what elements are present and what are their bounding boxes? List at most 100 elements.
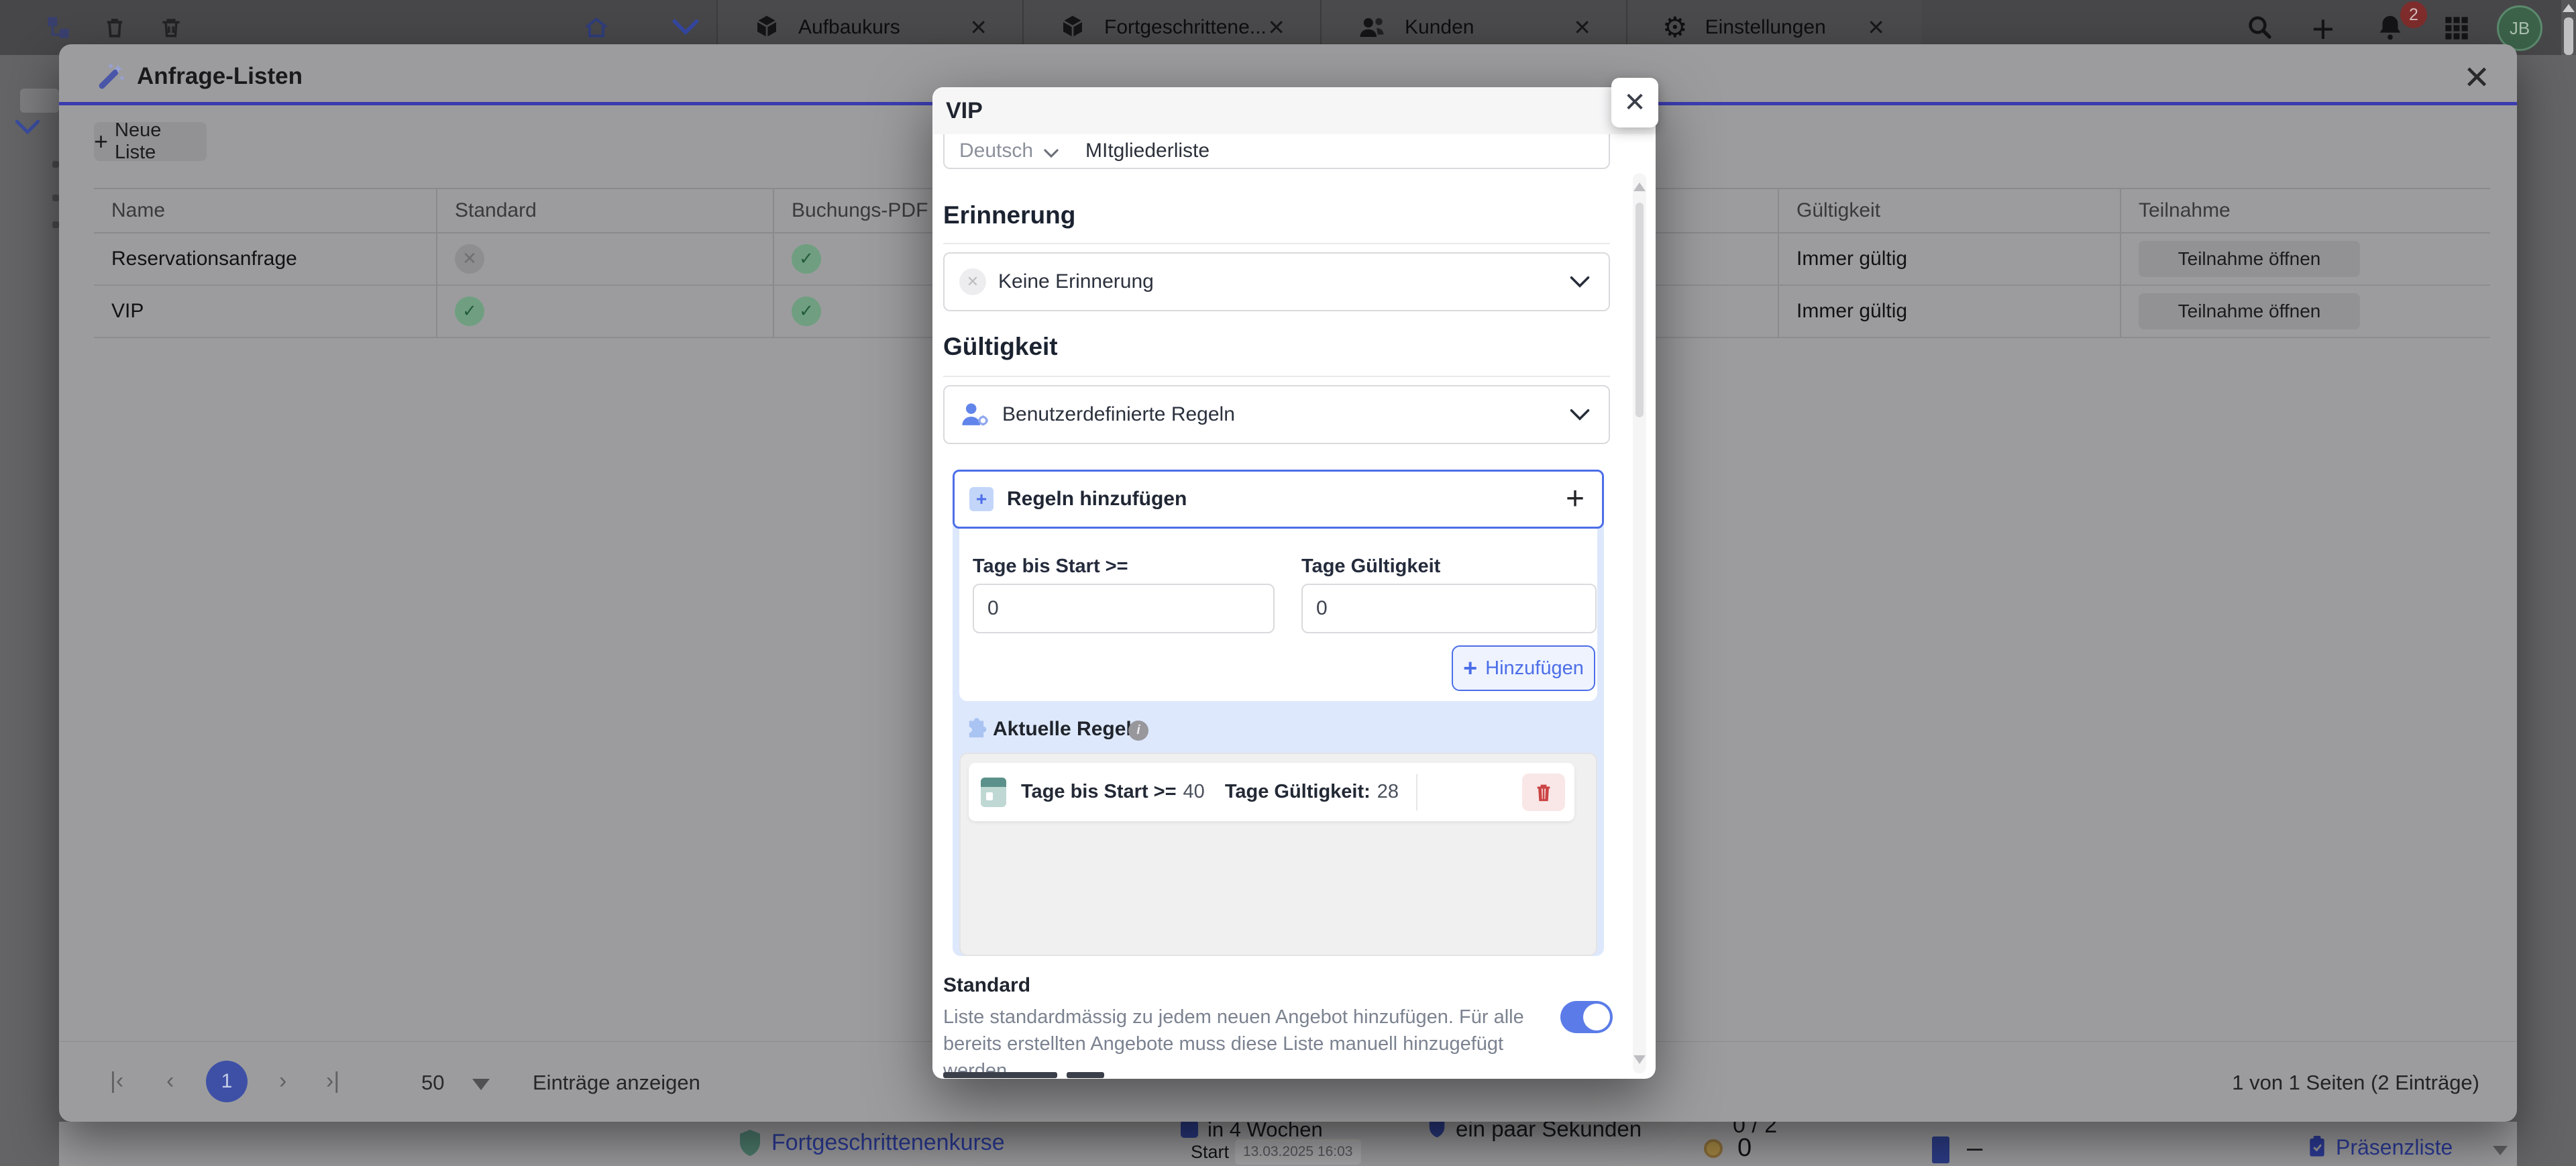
count-value: 0	[1737, 1134, 1752, 1163]
tab-label: Fortgeschrittene...	[1104, 16, 1267, 39]
standard-heading: Standard	[943, 974, 1030, 997]
scroll-down-icon[interactable]	[1633, 1055, 1646, 1064]
tab-label: Einstellungen	[1705, 16, 1826, 39]
magic-wand-icon	[95, 59, 127, 91]
next-page-button[interactable]: ›	[279, 1068, 286, 1094]
tab-close-icon[interactable]: ✕	[1573, 15, 1591, 40]
info-icon[interactable]: i	[1128, 721, 1148, 741]
check-circle-icon: ✓	[455, 297, 484, 326]
page-size-value[interactable]: 50	[421, 1071, 444, 1095]
gear-icon: ⚙	[1662, 13, 1688, 42]
sitemap-icon[interactable]	[44, 13, 72, 42]
duration-text: ein paar Sekunden	[1456, 1122, 1642, 1142]
last-page-button[interactable]: ›|	[326, 1068, 339, 1094]
close-icon[interactable]: ✕	[2463, 59, 2490, 97]
new-list-button[interactable]: + Neue Liste	[94, 122, 207, 161]
list-name-input[interactable]: MItgliederliste	[1085, 140, 1210, 162]
home-icon[interactable]	[582, 15, 610, 42]
tab-close-icon[interactable]: ✕	[1867, 15, 1885, 40]
expand-chevron-icon[interactable]	[15, 119, 40, 134]
days-until-start-input[interactable]: 0	[973, 584, 1275, 633]
puzzle-icon	[961, 717, 988, 741]
open-participation-button[interactable]: Teilnahme öffnen	[2139, 241, 2360, 277]
list-name-field[interactable]: Deutsch MItgliederliste	[943, 134, 1610, 169]
section-divider	[943, 243, 1610, 244]
vip-close-button[interactable]: ✕	[1611, 78, 1658, 127]
background-page-right	[2517, 55, 2576, 1166]
language-select[interactable]: Deutsch	[959, 140, 1033, 162]
plus-tile-icon: +	[969, 487, 994, 511]
scroll-up-icon[interactable]	[2563, 4, 2575, 12]
delete-rule-button[interactable]	[1522, 774, 1565, 811]
expand-plus-icon[interactable]: +	[1566, 483, 1585, 515]
add-rule-label: Hinzufügen	[1485, 657, 1584, 680]
plus-icon: +	[94, 127, 108, 156]
current-rules-list: Tage bis Start >= 40 Tage Gültigkeit: 28	[959, 753, 1597, 956]
first-page-button[interactable]: |‹	[110, 1068, 123, 1094]
rule-days-until-start-value: 40	[1183, 781, 1205, 803]
check-circle-icon: ✓	[792, 297, 821, 326]
shield-icon	[1427, 1122, 1447, 1139]
vip-modal-header: VIP	[932, 87, 1656, 134]
trash-icon[interactable]	[158, 13, 184, 42]
rule-item: Tage bis Start >= 40 Tage Gültigkeit: 28	[969, 763, 1574, 821]
clipped-text-fragment	[943, 1072, 1057, 1078]
search-icon[interactable]	[2246, 13, 2274, 42]
calendar-icon	[981, 778, 1006, 807]
rule-days-valid-value: 28	[1377, 781, 1399, 803]
rule-days-until-start-label: Tage bis Start >=	[1021, 781, 1177, 803]
users-icon	[1356, 13, 1387, 42]
validity-select[interactable]: Benutzerdefinierte Regeln	[943, 385, 1610, 444]
open-participation-button[interactable]: Teilnahme öffnen	[2139, 293, 2360, 329]
dash-value: –	[1967, 1131, 1982, 1163]
plus-icon: +	[1463, 654, 1477, 682]
reminder-selected-value: Keine Erinnerung	[998, 270, 1154, 293]
modal-scrollbar[interactable]	[1633, 173, 1646, 1073]
validity-selected-value: Benutzerdefinierte Regeln	[1002, 403, 1235, 426]
standard-toggle[interactable]	[1560, 1001, 1613, 1033]
check-circle-icon: ✓	[792, 244, 821, 274]
clipped-text-fragment	[52, 195, 59, 201]
reminder-select[interactable]: ✕ Keine Erinnerung	[943, 252, 1610, 311]
table-cell-gueltigkeit: Immer gültig	[1778, 286, 2120, 338]
prev-page-button[interactable]: ‹	[166, 1068, 174, 1094]
current-page-indicator[interactable]: 1	[206, 1061, 248, 1102]
days-valid-input[interactable]: 0	[1301, 584, 1597, 633]
clipboard-icon	[2306, 1134, 2328, 1159]
notification-badge: 2	[2400, 1, 2427, 28]
archive-icon[interactable]	[102, 13, 127, 42]
chevron-down-icon	[1570, 409, 1590, 421]
pagination-summary: 1 von 1 Seiten (2 Einträge)	[2232, 1071, 2479, 1095]
section-heading-erinnerung: Erinnerung	[943, 201, 1075, 229]
rule-divider	[1416, 774, 1417, 810]
background-button-fragment	[20, 89, 59, 113]
page-scrollbar[interactable]	[2561, 0, 2576, 55]
shield-icon	[737, 1128, 763, 1158]
column-header-teilnahme: Teilnahme	[2120, 188, 2490, 233]
scroll-down-icon[interactable]	[2493, 1146, 2508, 1155]
tab-label: Kunden	[1405, 16, 1474, 39]
table-cell-gueltigkeit: Immer gültig	[1778, 233, 2120, 286]
table-row-name[interactable]: VIP	[94, 286, 436, 338]
modal-scrollbar-thumb[interactable]	[1635, 203, 1644, 417]
table-row-name[interactable]: Reservationsanfrage	[94, 233, 436, 286]
scroll-up-icon[interactable]	[1633, 182, 1646, 191]
current-rules-heading: Aktuelle Regeln	[993, 718, 1144, 741]
tab-close-icon[interactable]: ✕	[1267, 15, 1285, 40]
add-rules-header[interactable]: + Regeln hinzufügen +	[953, 470, 1604, 529]
add-rule-button[interactable]: + Hinzufügen	[1452, 645, 1595, 691]
presence-link[interactable]: Präsenzliste	[2336, 1135, 2453, 1160]
course-link[interactable]: Fortgeschrittenenkurse	[771, 1130, 1005, 1156]
chevron-down-icon[interactable]	[672, 19, 699, 35]
page-size-dropdown-icon[interactable]	[472, 1079, 490, 1090]
tab-close-icon[interactable]: ✕	[969, 15, 987, 40]
user-gear-icon	[959, 400, 990, 429]
page-scrollbar-thumb[interactable]	[2564, 17, 2573, 55]
apps-grid-icon[interactable]	[2443, 15, 2470, 42]
vip-modal-title: VIP	[946, 98, 983, 124]
vip-modal: VIP Deutsch MItgliederliste Erinnerung ✕…	[932, 87, 1656, 1079]
start-label: Start	[1191, 1142, 1229, 1163]
medal-icon	[1704, 1139, 1723, 1158]
calendar-mini-icon	[1181, 1122, 1198, 1138]
background-page-row: Fortgeschrittenenkurse in 4 Wochen Start…	[59, 1122, 2517, 1166]
